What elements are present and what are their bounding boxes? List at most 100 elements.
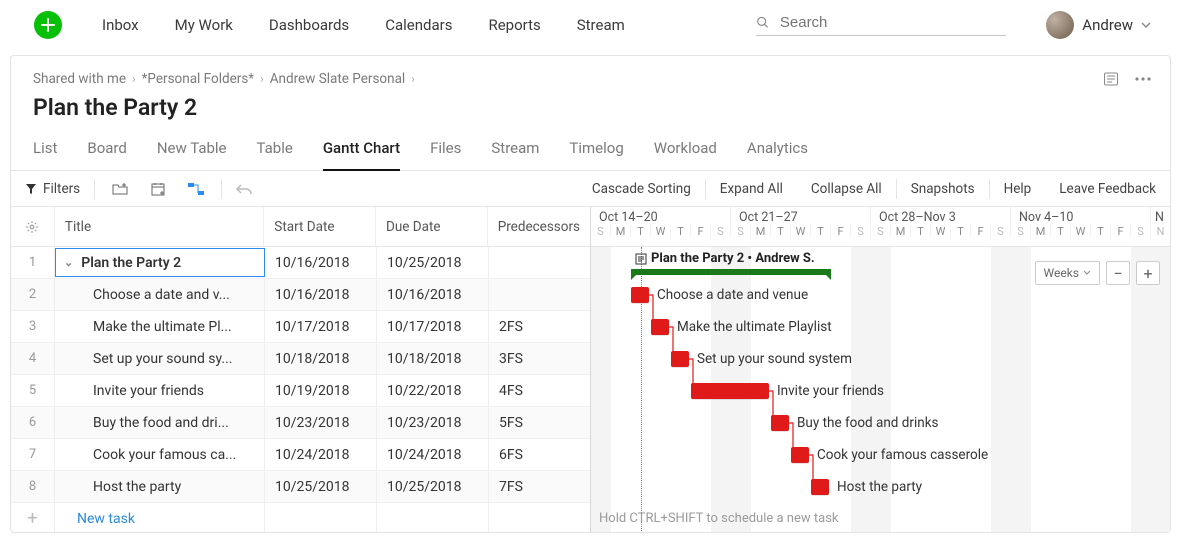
nav-item-reports[interactable]: Reports: [488, 16, 540, 34]
gantt-bar[interactable]: Make the ultimate Playlist: [651, 319, 669, 335]
cell-due[interactable]: 10/18/2018: [377, 343, 489, 374]
nav-item-inbox[interactable]: Inbox: [102, 16, 139, 34]
table-row[interactable]: 7Cook your famous ca...10/24/201810/24/2…: [11, 439, 590, 471]
tab-table[interactable]: Table: [257, 139, 293, 170]
cell-predecessors[interactable]: 6FS: [489, 439, 590, 470]
nav-item-stream[interactable]: Stream: [577, 16, 625, 34]
gantt-body[interactable]: Plan the Party 2 • Andrew S.Choose a dat…: [591, 247, 1170, 532]
zoom-scale-select[interactable]: Weeks: [1035, 261, 1100, 285]
table-row[interactable]: 1⌄ Plan the Party 210/16/201810/25/2018: [11, 247, 590, 279]
cell-start[interactable]: 10/23/2018: [265, 407, 377, 438]
leave-feedback-button[interactable]: Leave Feedback: [1045, 181, 1170, 197]
tab-analytics[interactable]: Analytics: [747, 139, 808, 170]
cell-title[interactable]: Choose a date and v...: [55, 279, 265, 310]
gantt-bar[interactable]: Set up your sound system: [671, 351, 689, 367]
tab-workload[interactable]: Workload: [654, 139, 717, 170]
zoom-out-button[interactable]: −: [1106, 261, 1130, 285]
table-row[interactable]: 8Host the party10/25/201810/25/20187FS: [11, 471, 590, 503]
cell-start[interactable]: 10/16/2018: [265, 247, 377, 278]
tab-new-table[interactable]: New Table: [157, 139, 227, 170]
nav-item-calendars[interactable]: Calendars: [385, 16, 452, 34]
table-row[interactable]: 4Set up your sound sy...10/18/201810/18/…: [11, 343, 590, 375]
tab-stream[interactable]: Stream: [491, 139, 539, 170]
gantt-chart[interactable]: Oct 14–20Oct 21–27Oct 28–Nov 3Nov 4–10N …: [591, 207, 1170, 532]
gantt-bar[interactable]: Buy the food and drinks: [771, 415, 789, 431]
more-button[interactable]: [1134, 70, 1152, 88]
filters-button[interactable]: Filters: [11, 171, 94, 207]
gantt-bar[interactable]: Cook your famous casserole: [791, 447, 809, 463]
day-header: F: [691, 225, 711, 238]
tab-files[interactable]: Files: [430, 139, 461, 170]
crumb-andrew[interactable]: Andrew Slate Personal: [270, 71, 405, 87]
cell-title[interactable]: Invite your friends: [55, 375, 265, 406]
gantt-bar[interactable]: Invite your friends: [691, 383, 769, 399]
table-row[interactable]: 3Make the ultimate Pl...10/17/201810/17/…: [11, 311, 590, 343]
cascade-sorting-button[interactable]: Cascade Sorting: [578, 181, 705, 197]
zoom-in-button[interactable]: +: [1136, 261, 1160, 285]
cell-predecessors[interactable]: 4FS: [489, 375, 590, 406]
cell-start[interactable]: 10/25/2018: [265, 471, 377, 502]
top-nav: Inbox My Work Dashboards Calendars Repor…: [0, 0, 1181, 50]
cell-title[interactable]: Host the party: [55, 471, 265, 502]
search-input[interactable]: [780, 14, 1006, 31]
snapshots-button[interactable]: Snapshots: [896, 179, 989, 199]
tab-list[interactable]: List: [33, 139, 57, 170]
tab-board[interactable]: Board: [87, 139, 126, 170]
collapse-icon[interactable]: ⌄: [64, 256, 73, 269]
tab-gantt[interactable]: Gantt Chart: [323, 139, 400, 171]
cell-start[interactable]: 10/19/2018: [265, 375, 377, 406]
grid-settings-button[interactable]: [11, 207, 55, 246]
cell-title[interactable]: Buy the food and dri...: [55, 407, 265, 438]
table-row[interactable]: 2Choose a date and v...10/16/201810/16/2…: [11, 279, 590, 311]
undo-button[interactable]: [222, 171, 266, 207]
cell-due[interactable]: 10/22/2018: [377, 375, 489, 406]
cell-title[interactable]: Make the ultimate Pl...: [55, 311, 265, 342]
cell-start[interactable]: 10/18/2018: [265, 343, 377, 374]
summary-bar[interactable]: [631, 269, 831, 275]
col-title[interactable]: Title: [55, 207, 264, 246]
cell-predecessors[interactable]: 3FS: [489, 343, 590, 374]
crumb-shared[interactable]: Shared with me: [33, 71, 126, 87]
crumb-personal[interactable]: *Personal Folders*: [142, 71, 255, 87]
nav-item-dashboards[interactable]: Dashboards: [269, 16, 349, 34]
cell-start[interactable]: 10/17/2018: [265, 311, 377, 342]
cell-due[interactable]: 10/16/2018: [377, 279, 489, 310]
new-task-label[interactable]: New task: [55, 503, 265, 532]
dependency-button[interactable]: [187, 180, 205, 198]
help-button[interactable]: Help: [989, 179, 1046, 199]
day-header: T: [911, 225, 931, 238]
expand-all-button[interactable]: Expand All: [705, 179, 797, 199]
cell-predecessors[interactable]: 7FS: [489, 471, 590, 502]
gantt-bar[interactable]: Host the party: [811, 479, 829, 495]
cell-start[interactable]: 10/24/2018: [265, 439, 377, 470]
gantt-bar[interactable]: Choose a date and venue: [631, 287, 649, 303]
add-button[interactable]: [34, 11, 62, 39]
cell-predecessors[interactable]: 5FS: [489, 407, 590, 438]
col-start[interactable]: Start Date: [264, 207, 376, 246]
cell-title[interactable]: ⌄ Plan the Party 2: [55, 248, 265, 277]
cell-title[interactable]: Set up your sound sy...: [55, 343, 265, 374]
cell-due[interactable]: 10/24/2018: [377, 439, 489, 470]
table-row[interactable]: 6Buy the food and dri...10/23/201810/23/…: [11, 407, 590, 439]
cell-start[interactable]: 10/16/2018: [265, 279, 377, 310]
info-panel-button[interactable]: [1102, 70, 1120, 88]
cell-due[interactable]: 10/25/2018: [377, 247, 489, 278]
cell-title[interactable]: Cook your famous ca...: [55, 439, 265, 470]
folder-add-button[interactable]: [111, 180, 129, 198]
cell-predecessors[interactable]: 2FS: [489, 311, 590, 342]
new-task-row[interactable]: +New task: [11, 503, 590, 532]
col-due[interactable]: Due Date: [376, 207, 488, 246]
cell-predecessors[interactable]: [489, 279, 590, 310]
search-box[interactable]: [756, 14, 1006, 36]
user-menu[interactable]: Andrew: [1046, 11, 1151, 39]
cell-due[interactable]: 10/23/2018: [377, 407, 489, 438]
calendar-add-button[interactable]: [149, 180, 167, 198]
cell-due[interactable]: 10/25/2018: [377, 471, 489, 502]
cell-predecessors[interactable]: [489, 247, 590, 278]
tab-timelog[interactable]: Timelog: [569, 139, 623, 170]
collapse-all-button[interactable]: Collapse All: [797, 181, 896, 197]
table-row[interactable]: 5Invite your friends10/19/201810/22/2018…: [11, 375, 590, 407]
nav-item-my-work[interactable]: My Work: [175, 16, 233, 34]
cell-due[interactable]: 10/17/2018: [377, 311, 489, 342]
col-pred[interactable]: Predecessors: [488, 207, 590, 246]
